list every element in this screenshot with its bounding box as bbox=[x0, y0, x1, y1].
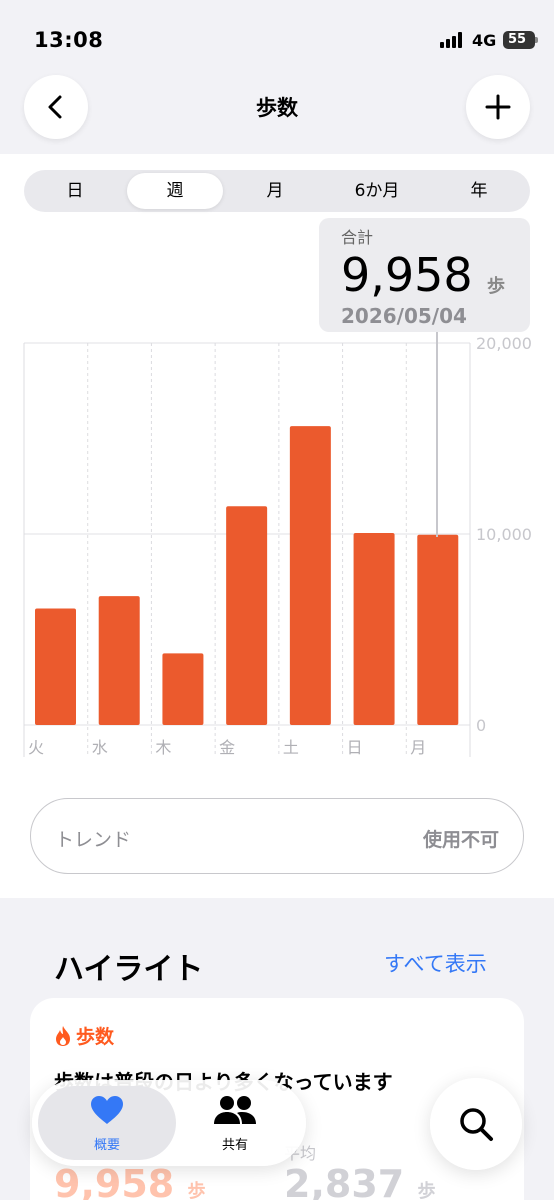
status-bar: 13:08 4G 55 bbox=[0, 0, 554, 80]
card-average-number: 2,837 bbox=[284, 1162, 405, 1200]
search-button[interactable] bbox=[430, 1078, 522, 1170]
x-tick-label: 木 bbox=[155, 738, 171, 757]
add-button[interactable] bbox=[466, 75, 530, 139]
plus-icon bbox=[485, 94, 511, 120]
card-average-unit: 歩 bbox=[417, 1181, 436, 1200]
bar-0[interactable] bbox=[35, 608, 76, 725]
bar-2[interactable] bbox=[162, 653, 204, 725]
segment-day[interactable]: 日 bbox=[27, 173, 123, 209]
show-all-link[interactable]: すべて表示 bbox=[384, 948, 487, 978]
tab-summary-label: 概要 bbox=[93, 1138, 120, 1153]
segment-week[interactable]: 週 bbox=[127, 173, 223, 209]
tooltip-label: 合計 bbox=[341, 228, 374, 247]
segment-year[interactable]: 年 bbox=[431, 173, 527, 209]
battery-icon: 55 bbox=[503, 31, 538, 49]
network-type: 4G bbox=[472, 31, 497, 50]
bar-6[interactable] bbox=[417, 534, 459, 725]
bar-4[interactable] bbox=[289, 426, 331, 725]
tooltip-date: 2026/05/04 bbox=[341, 304, 467, 328]
trend-value: 使用不可 bbox=[422, 829, 499, 851]
y-tick-label: 10,000 bbox=[476, 525, 532, 544]
bar-3[interactable] bbox=[226, 506, 268, 725]
flame-icon bbox=[56, 1025, 70, 1046]
search-icon bbox=[460, 1108, 493, 1141]
trend-label: トレンド bbox=[55, 829, 132, 851]
period-segmented-control: 日 週 月 6か月 年 bbox=[24, 170, 530, 212]
tooltip-indicator-line bbox=[436, 332, 438, 537]
card-today-value: 9,958 歩 bbox=[54, 1162, 205, 1200]
bar-1[interactable] bbox=[98, 596, 140, 725]
x-tick-label: 日 bbox=[347, 738, 363, 757]
x-tick-label: 火 bbox=[28, 738, 44, 757]
heart-icon bbox=[91, 1096, 123, 1124]
card-today-unit: 歩 bbox=[187, 1181, 206, 1200]
x-tick-label: 水 bbox=[92, 738, 108, 757]
card-today-number: 9,958 bbox=[54, 1162, 175, 1200]
segment-month[interactable]: 月 bbox=[227, 173, 323, 209]
x-tick-label: 土 bbox=[283, 738, 299, 757]
tab-bar: 概要 共有 bbox=[32, 1080, 306, 1166]
segment-6months[interactable]: 6か月 bbox=[329, 173, 425, 209]
selection-tooltip: 合計 9,958 歩 2026/05/04 bbox=[319, 218, 530, 332]
tooltip-value: 9,958 bbox=[341, 248, 473, 302]
battery-level: 55 bbox=[507, 32, 527, 47]
y-tick-label: 0 bbox=[476, 716, 486, 735]
trend-row[interactable]: トレンド 使用不可 bbox=[30, 798, 524, 874]
status-time: 13:08 bbox=[34, 28, 104, 52]
x-tick-label: 月 bbox=[410, 738, 426, 757]
card-category: 歩数 bbox=[54, 1022, 114, 1049]
x-tick-label: 金 bbox=[219, 738, 235, 757]
tab-summary[interactable]: 概要 bbox=[38, 1094, 176, 1153]
tab-sharing[interactable]: 共有 bbox=[166, 1094, 304, 1153]
steps-bar-chart[interactable]: 0 10,000 20,000 火 水 木 金 土 日 月 bbox=[0, 330, 554, 770]
highlights-title: ハイライト bbox=[54, 952, 204, 987]
tooltip-unit: 歩 bbox=[487, 276, 505, 297]
signal-icon bbox=[440, 32, 466, 48]
card-average-value: 2,837 歩 bbox=[284, 1162, 435, 1200]
tab-sharing-label: 共有 bbox=[221, 1138, 248, 1153]
bar-5[interactable] bbox=[353, 533, 395, 725]
y-tick-label: 20,000 bbox=[476, 334, 532, 353]
card-category-label: 歩数 bbox=[76, 1026, 115, 1048]
people-icon bbox=[214, 1096, 256, 1124]
